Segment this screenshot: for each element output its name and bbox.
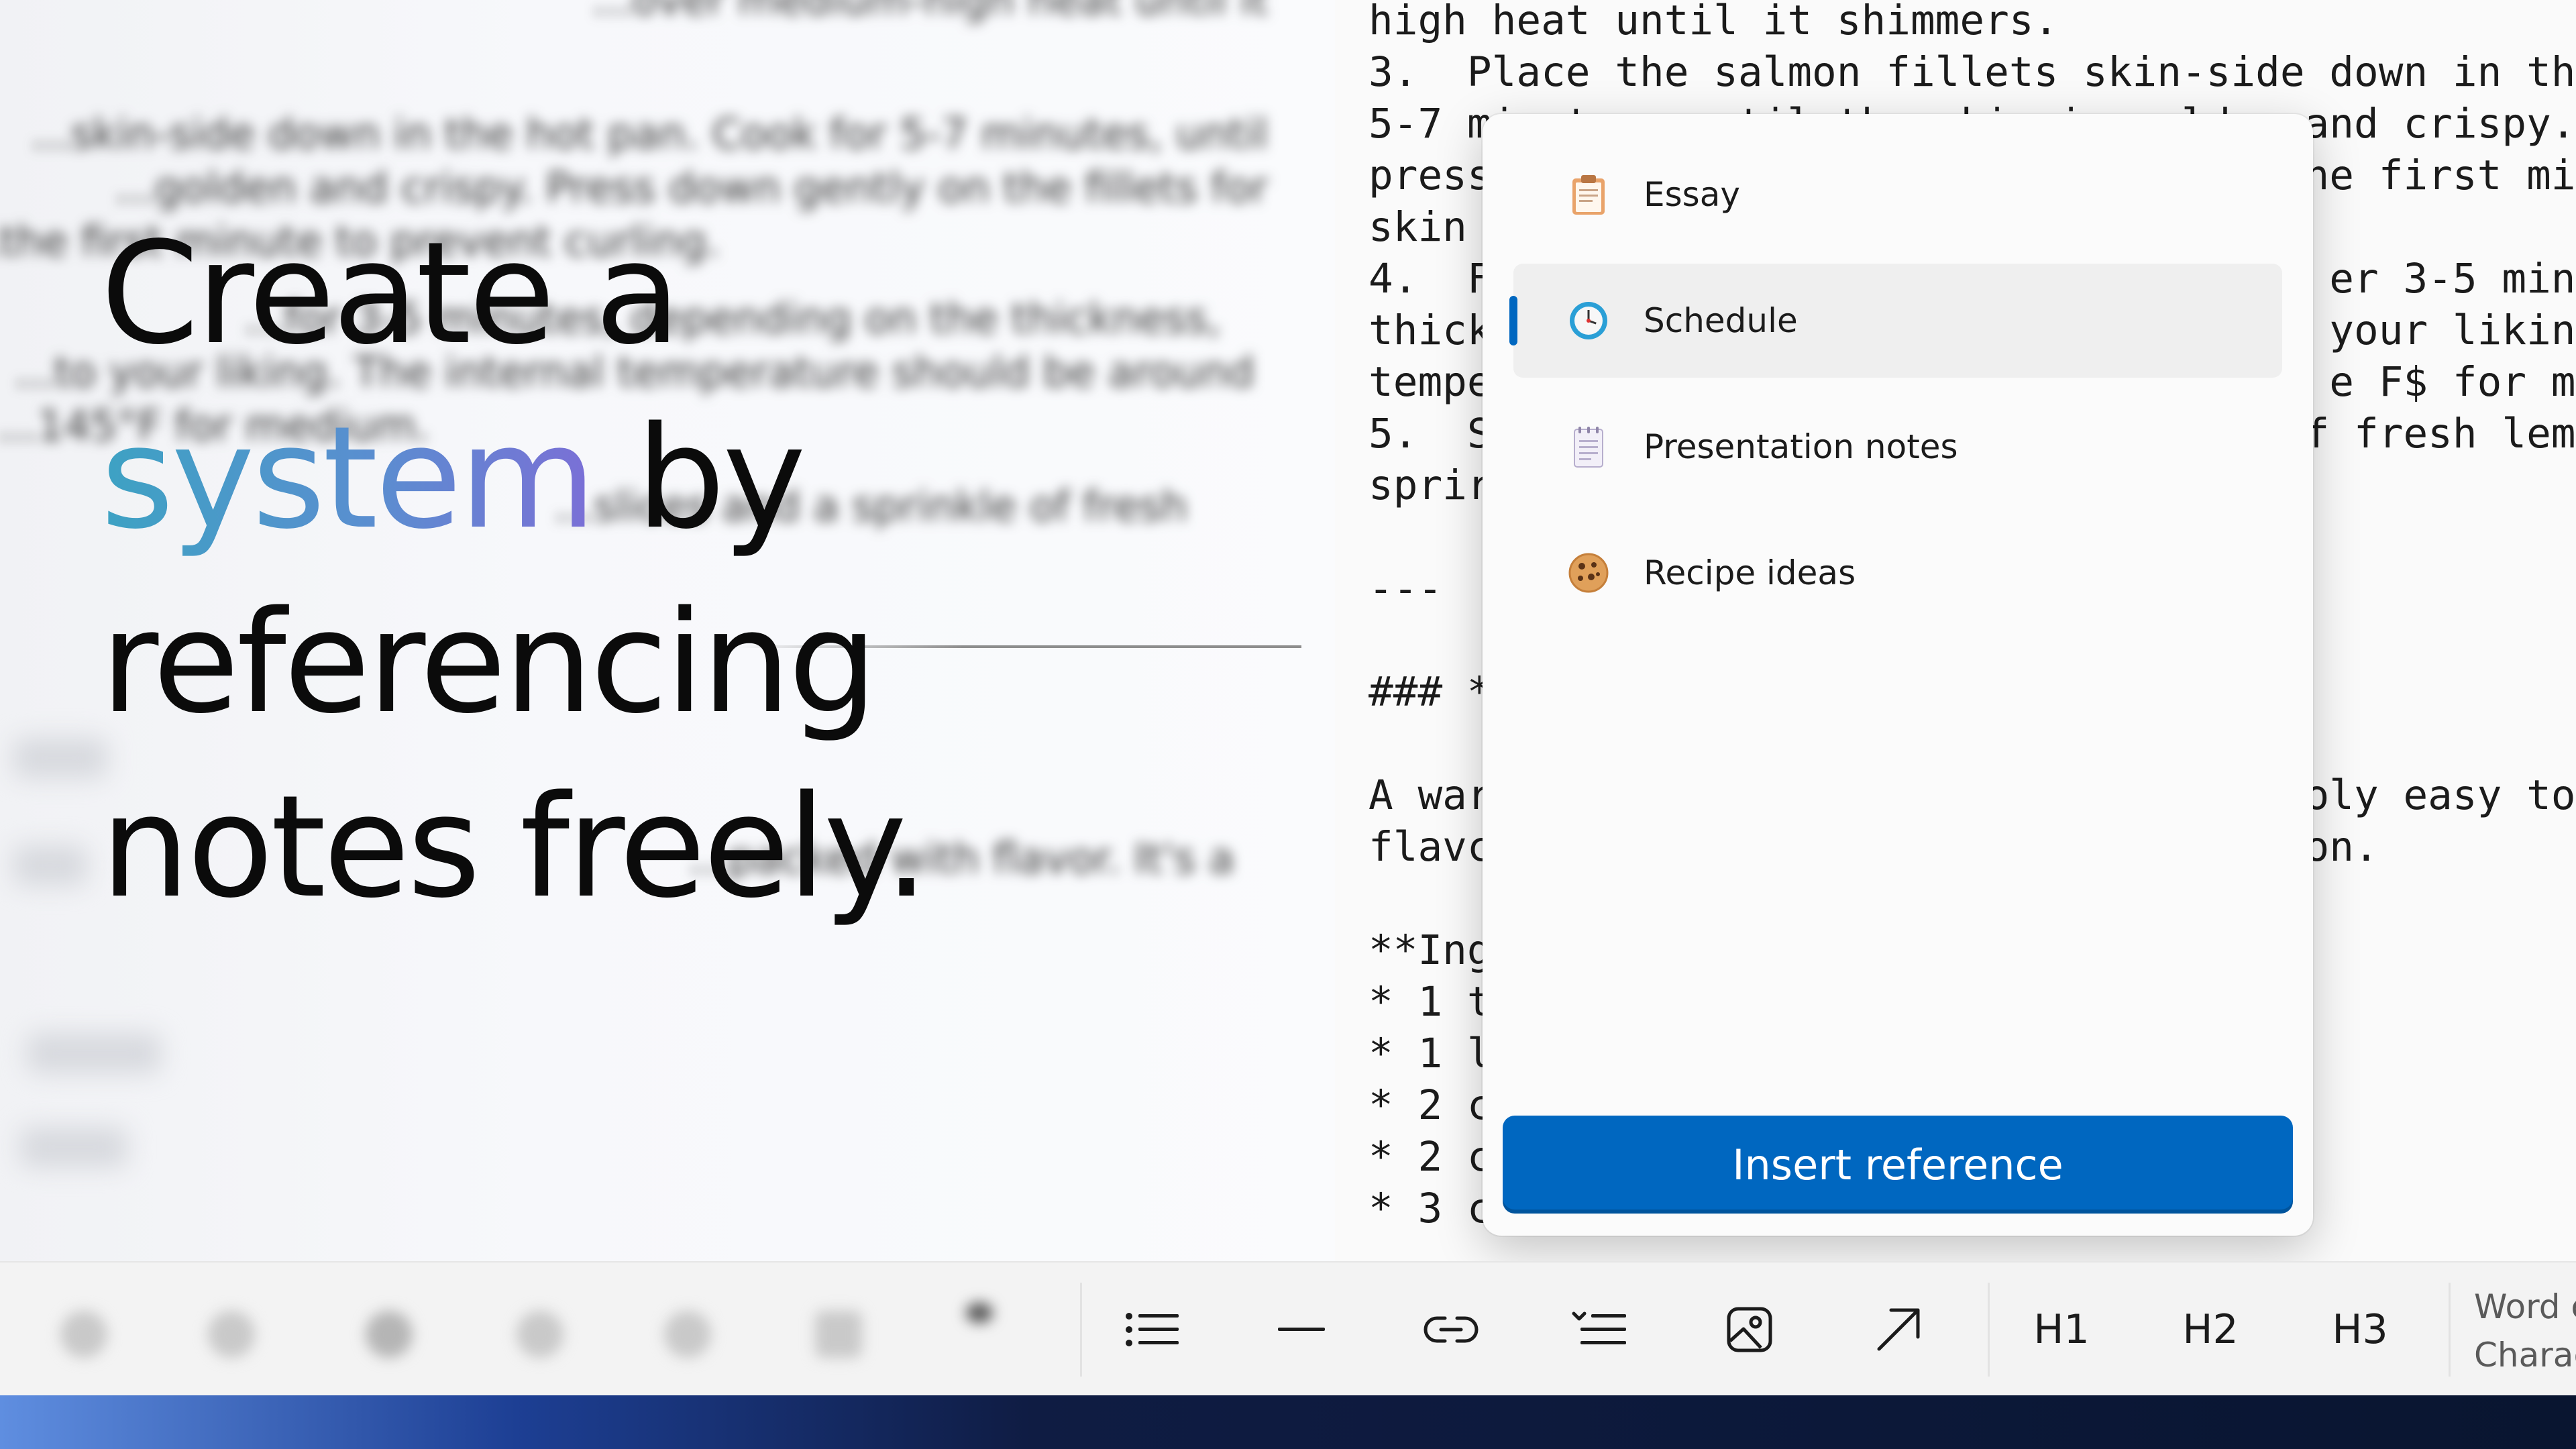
editor-line[interactable]: high heat until it shimmers. <box>1368 0 2576 46</box>
toolbar-separator <box>1080 1283 1082 1377</box>
note-item-recipe-ideas[interactable]: Recipe ideas <box>1513 516 2282 630</box>
heading-1-label: H1 <box>2033 1306 2090 1353</box>
heading-2-label: H2 <box>2182 1306 2239 1353</box>
open-external-button[interactable] <box>1848 1289 1949 1370</box>
note-item-schedule[interactable]: Schedule <box>1509 264 2282 378</box>
clock-icon <box>1567 299 1610 342</box>
heading-1-button[interactable]: H1 <box>2011 1289 2112 1370</box>
headline-accent-word: system <box>101 396 596 560</box>
cookie-icon <box>1567 551 1610 594</box>
headline: Create a system by referencing notes fre… <box>101 201 1040 939</box>
formatting-toolbar: H1 H2 H3 Word c Charac <box>0 1261 2576 1397</box>
blurred-toolbar-buttons <box>0 1263 1073 1397</box>
background-editor-pane: ...over medium-high heat until it ...ski… <box>0 0 1335 1261</box>
insert-reference-toolbar-button[interactable] <box>1550 1289 1650 1370</box>
bulleted-list-button[interactable] <box>1102 1289 1203 1370</box>
insert-reference-button[interactable]: Insert reference <box>1503 1116 2293 1214</box>
link-icon <box>1424 1316 1479 1343</box>
clipboard-icon <box>1567 173 1610 216</box>
bulleted-list-icon <box>1126 1313 1179 1346</box>
character-count-label: Charac <box>2474 1336 2576 1375</box>
note-list: Essay Schedule Presentation notes Recipe… <box>1509 138 2282 642</box>
note-item-label: Recipe ideas <box>1644 553 1856 592</box>
headline-line-2-rest: by <box>594 396 806 560</box>
word-count-label: Word c <box>2474 1287 2576 1326</box>
editor-line[interactable]: 3. Place the salmon fillets skin-side do… <box>1368 46 2576 98</box>
blurred-line: ...skin-side down in the hot pan. Cook f… <box>31 109 1268 158</box>
heading-2-button[interactable]: H2 <box>2160 1289 2261 1370</box>
horizontal-line-icon <box>1278 1328 1325 1331</box>
note-item-presentation-notes[interactable]: Presentation notes <box>1513 390 2282 504</box>
image-icon <box>1727 1307 1772 1352</box>
note-item-label: Schedule <box>1644 301 1798 340</box>
headline-line-3: referencing <box>101 580 877 745</box>
desktop-taskbar-strip <box>0 1395 2576 1449</box>
heading-3-button[interactable]: H3 <box>2310 1289 2410 1370</box>
heading-3-label: H3 <box>2332 1306 2388 1353</box>
arrow-up-right-icon <box>1877 1308 1920 1351</box>
insert-link-button[interactable] <box>1401 1289 1501 1370</box>
note-item-label: Presentation notes <box>1644 427 1958 466</box>
headline-line-1: Create a <box>101 211 681 376</box>
notepad-icon <box>1567 425 1610 468</box>
horizontal-rule-button[interactable] <box>1251 1289 1352 1370</box>
reference-list-icon <box>1572 1311 1626 1344</box>
selection-indicator <box>1509 296 1517 345</box>
toolbar-separator <box>1988 1283 1990 1377</box>
note-item-label: Essay <box>1644 175 1740 214</box>
toolbar-separator <box>2449 1283 2451 1377</box>
note-item-essay[interactable]: Essay <box>1513 138 2282 252</box>
headline-line-4: notes freely. <box>101 765 929 929</box>
reference-picker-popup: Essay Schedule Presentation notes Recipe… <box>1483 114 2313 1236</box>
blurred-line: ...over medium-high heat until it <box>0 0 1268 27</box>
insert-image-button[interactable] <box>1699 1289 1800 1370</box>
word-count-status: Word c Charac <box>2474 1283 2576 1379</box>
